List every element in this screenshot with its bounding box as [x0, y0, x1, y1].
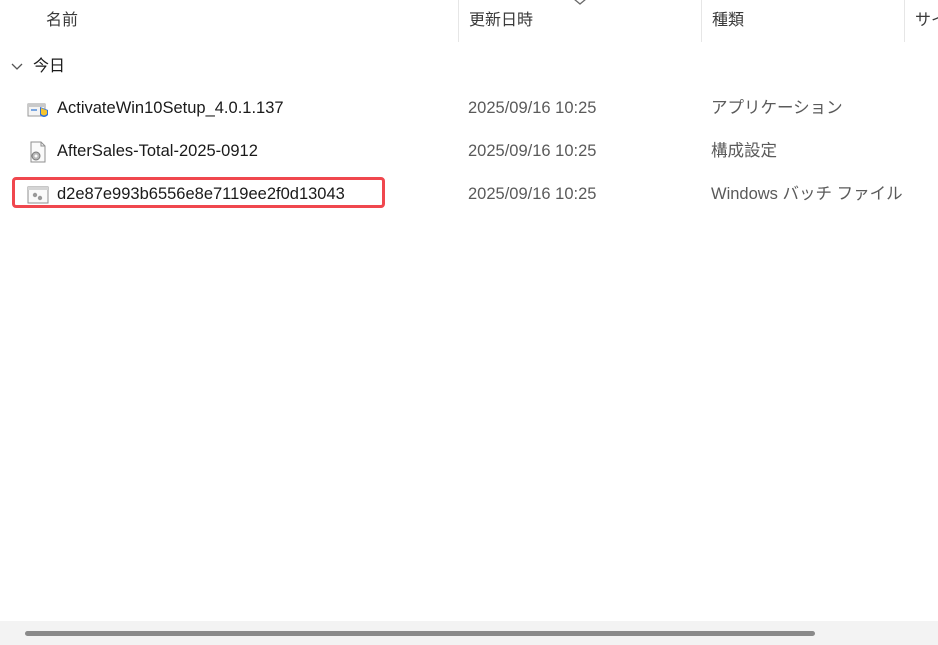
column-header-type[interactable]: 種類 [702, 0, 902, 42]
group-label: 今日 [33, 58, 66, 75]
file-type: 構成設定 [711, 142, 777, 160]
application-installer-icon [27, 103, 48, 117]
file-date-modified: 2025/09/16 10:25 [468, 185, 597, 203]
file-date-modified: 2025/09/16 10:25 [468, 99, 597, 117]
column-header-name[interactable]: 名前 [36, 0, 456, 42]
list-item[interactable]: ActivateWin10Setup_4.0.1.137 2025/09/16 … [0, 90, 938, 126]
file-type: アプリケーション [711, 99, 843, 117]
config-settings-file-icon [30, 141, 46, 163]
horizontal-scrollbar[interactable] [0, 621, 938, 645]
file-name: AfterSales-Total-2025-0912 [57, 142, 258, 160]
list-item[interactable]: AfterSales-Total-2025-0912 2025/09/16 10… [0, 133, 938, 169]
chevron-down-icon [574, 0, 586, 5]
column-header-size[interactable]: サイ [905, 0, 938, 42]
scrollbar-thumb[interactable] [25, 631, 815, 636]
column-header-bar: 名前 更新日時 種類 サイ [0, 0, 938, 42]
file-type: Windows バッチ ファイル [711, 185, 903, 203]
file-name: ActivateWin10Setup_4.0.1.137 [57, 99, 284, 117]
highlight-box [12, 177, 385, 208]
file-date-modified: 2025/09/16 10:25 [468, 142, 597, 160]
chevron-down-icon[interactable] [10, 61, 24, 73]
